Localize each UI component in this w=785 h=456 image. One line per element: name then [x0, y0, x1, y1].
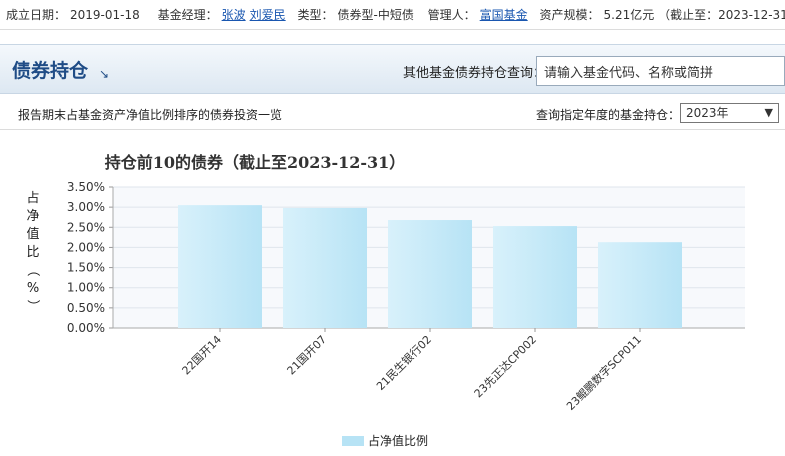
x-tick-label: 22国开14: [180, 333, 225, 378]
found-date: 2019-01-18: [70, 8, 140, 22]
y-tick-label: 0.00%: [67, 321, 105, 335]
x-tick-label: 23鲲鹏数字SCP011: [563, 332, 644, 413]
scale-value: 5.21亿元 （截止至：2023-12-31）: [603, 8, 785, 22]
holdings-description: 报告期末占基金资产净值比例排序的债券投资一览: [18, 108, 283, 122]
y-tick-label: 3.00%: [67, 200, 105, 214]
manager-link-2[interactable]: 刘爱民: [250, 8, 286, 22]
y-axis-label-char: 净: [26, 209, 39, 224]
found-date-label: 成立日期：: [6, 8, 67, 22]
scale-label: 资产规模：: [539, 8, 600, 22]
bar: [598, 242, 682, 328]
y-tick-label: 1.00%: [67, 281, 105, 295]
year-query-label: 查询指定年度的基金持仓：: [536, 108, 681, 122]
y-axis-label-char: 值: [26, 226, 39, 242]
bar: [493, 226, 577, 328]
expand-arrow-icon[interactable]: ↘: [99, 67, 109, 81]
fund-info-bar: 成立日期： 2019-01-18 基金经理： 张波 刘爱民 类型： 债券型-中短债 管理…: [0, 0, 785, 30]
fund-search-input[interactable]: [536, 56, 785, 86]
year-select[interactable]: 2023年 ▼: [680, 103, 779, 123]
y-axis-label-char: 比: [26, 245, 39, 260]
chart-title: 持仓前10的债券（截止至2023-12-31）: [105, 153, 406, 172]
query-label: 其他基金债券持仓查询：: [403, 66, 547, 81]
type-value: 债券型-中短债: [337, 8, 414, 22]
bar: [283, 207, 367, 328]
y-axis-label-char: %: [27, 281, 39, 296]
year-select-value: 2023年: [686, 106, 729, 120]
y-axis-label-char: ）: [25, 299, 40, 312]
legend-swatch: [342, 436, 364, 446]
x-tick-label: 23先正达CP002: [472, 333, 539, 400]
legend-label: 占净值比例: [368, 433, 428, 448]
chevron-down-icon: ▼: [764, 106, 773, 119]
admin-link[interactable]: 富国基金: [480, 8, 528, 22]
y-axis-label-char: （: [25, 263, 40, 276]
manager-label: 基金经理：: [157, 8, 218, 22]
bond-holdings-chart: 持仓前10的债券（截止至2023-12-31） 0.00% 0.50% 1.00% 1.…: [25, 153, 745, 448]
section-header: 债券持仓 ↘ 其他基金债券持仓查询：: [0, 44, 785, 94]
section-title: 债券持仓: [12, 60, 89, 82]
manager-link-1[interactable]: 张波: [222, 8, 246, 22]
admin-label: 管理人：: [427, 8, 476, 22]
type-label: 类型：: [297, 8, 334, 22]
y-axis-label-char: 占: [26, 191, 39, 206]
y-tick-label: 3.50%: [67, 180, 105, 194]
y-tick-label: 0.50%: [67, 301, 105, 315]
sub-header: 报告期末占基金资产净值比例排序的债券投资一览 查询指定年度的基金持仓： 2023…: [0, 94, 785, 130]
bar: [388, 220, 472, 328]
x-tick-label: 21国开07: [285, 333, 330, 378]
y-tick-label: 2.00%: [67, 240, 105, 254]
y-tick-label: 2.50%: [67, 220, 105, 234]
x-tick-label: 21民生银行02: [373, 332, 434, 393]
y-tick-label: 1.50%: [67, 261, 105, 275]
bar: [178, 205, 262, 328]
